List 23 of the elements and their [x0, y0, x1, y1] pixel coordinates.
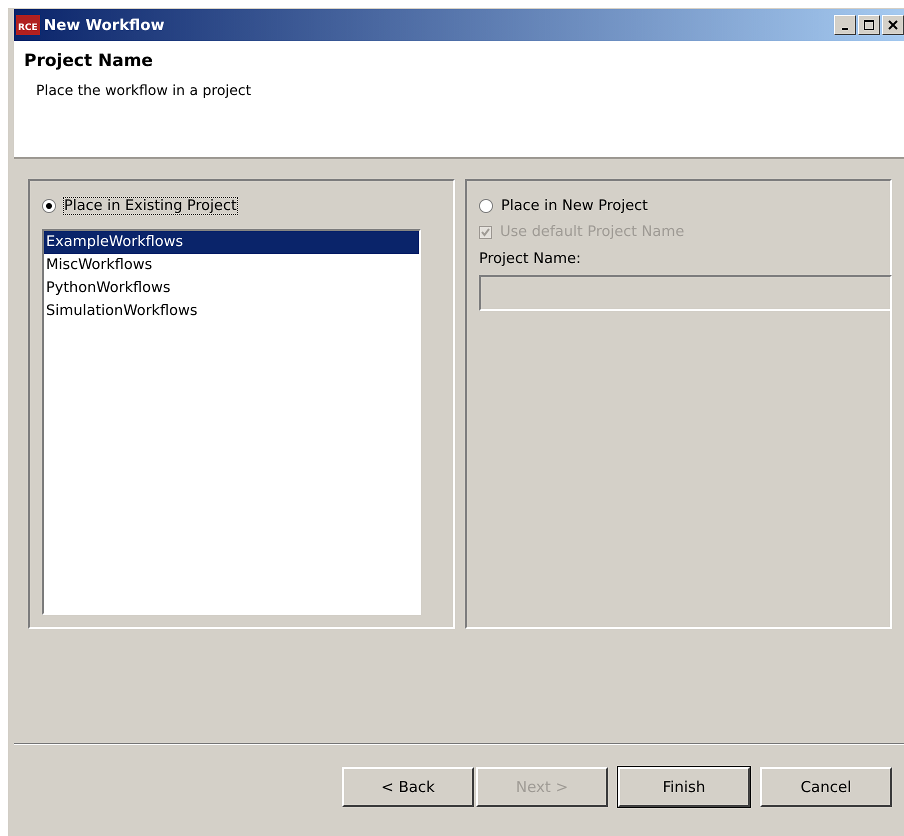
dialog-button[interactable]: < Back — [342, 767, 474, 807]
minimize-icon — [842, 28, 848, 30]
project-list-item[interactable]: ExampleWorkflows — [44, 231, 419, 254]
page-title: Project Name — [24, 51, 154, 71]
window-title: New Workflow — [44, 16, 166, 34]
project-list-item[interactable]: SimulationWorkflows — [44, 300, 419, 323]
maximize-button[interactable] — [858, 15, 880, 35]
close-icon — [888, 20, 898, 30]
radio-icon — [479, 199, 493, 213]
page-description: Place the workflow in a project — [36, 83, 252, 99]
maximize-icon — [864, 20, 874, 30]
minimize-button[interactable] — [834, 15, 856, 35]
dialog-button[interactable]: Cancel — [760, 767, 892, 807]
project-list-item[interactable]: MiscWorkflows — [44, 254, 419, 277]
existing-project-radio[interactable]: Place in Existing Project — [42, 193, 441, 219]
dialog-button[interactable]: Finish — [618, 767, 750, 807]
project-list-item[interactable]: PythonWorkflows — [44, 277, 419, 300]
project-name-label: Project Name: — [479, 251, 582, 267]
app-logo: RCE — [16, 15, 40, 35]
radio-icon — [42, 199, 56, 213]
new-project-radio[interactable]: Place in New Project — [479, 193, 878, 219]
close-button[interactable] — [882, 15, 904, 35]
checkbox-icon — [479, 226, 492, 238]
